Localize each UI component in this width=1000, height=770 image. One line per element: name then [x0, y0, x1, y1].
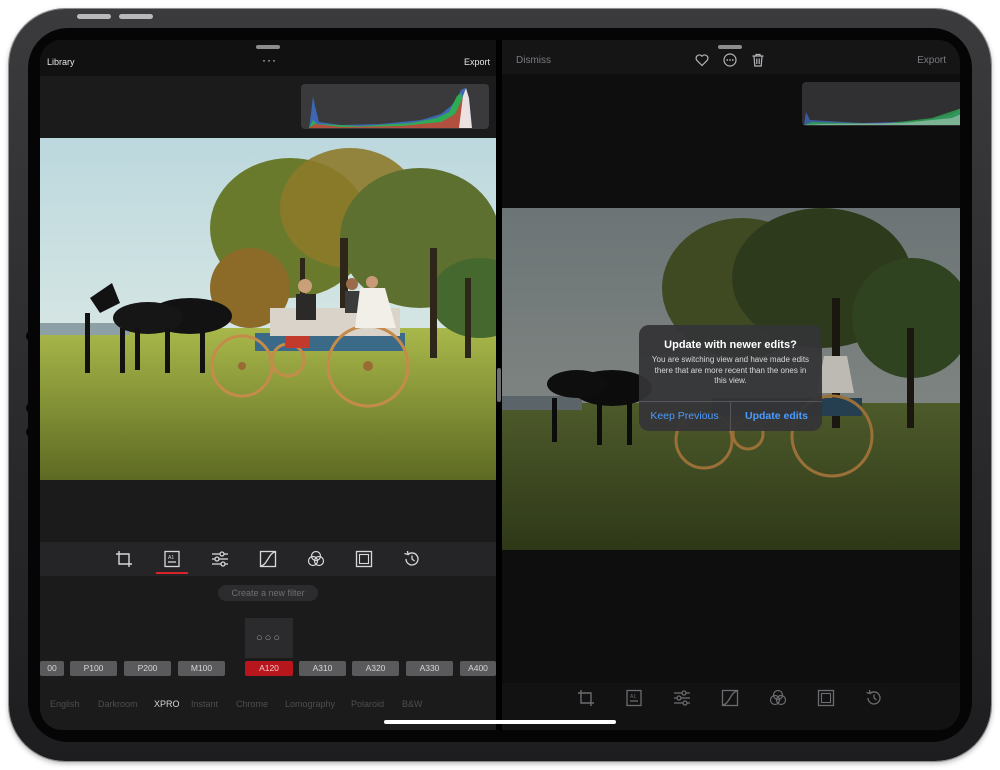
category-tab[interactable]: Darkroom [98, 699, 138, 709]
crop-icon[interactable] [577, 689, 595, 707]
frame-icon[interactable] [355, 550, 373, 568]
left-top-bar: Library ··· Export [40, 40, 496, 76]
more-circle-icon[interactable] [723, 53, 737, 67]
export-button[interactable]: Export [464, 57, 490, 67]
category-tab[interactable]: Instant [191, 699, 218, 709]
left-pane: Library ··· Export A1 Create a new filte… [40, 40, 496, 730]
library-button[interactable]: Library [47, 57, 75, 67]
histogram [802, 82, 960, 126]
svg-text:A1: A1 [630, 694, 636, 700]
frame-icon[interactable] [817, 689, 835, 707]
more-button[interactable]: ··· [262, 53, 277, 67]
filter-chip[interactable]: P100 [70, 661, 117, 676]
create-filter-button[interactable]: Create a new filter [218, 585, 318, 601]
crop-icon[interactable] [115, 550, 133, 568]
filter-chip-selected[interactable]: A120 [245, 661, 293, 676]
keep-previous-button[interactable]: Keep Previous [639, 402, 730, 431]
category-tab-active[interactable]: XPRO [154, 699, 180, 709]
filter-chip[interactable]: A400 [460, 661, 496, 676]
home-indicator[interactable] [384, 720, 616, 724]
filter-icon[interactable]: A1 [625, 689, 643, 707]
histogram [301, 84, 489, 129]
dismiss-button[interactable]: Dismiss [516, 55, 551, 66]
split-handle[interactable] [497, 368, 501, 402]
category-tab[interactable]: English [50, 699, 80, 709]
alert-message: You are switching view and have made edi… [651, 355, 810, 385]
screen: Library ··· Export A1 Create a new filte… [40, 40, 960, 730]
right-pane: Dismiss Export Update with newer edits? … [502, 40, 960, 730]
category-tab[interactable]: Lomography [285, 699, 335, 709]
history-icon[interactable] [403, 550, 421, 568]
update-edits-alert: Update with newer edits? You are switchi… [639, 325, 822, 431]
curves-icon[interactable] [259, 550, 277, 568]
color-icon[interactable] [307, 550, 325, 568]
main-photo[interactable] [40, 138, 496, 480]
export-button[interactable]: Export [917, 55, 946, 66]
adjust-icon[interactable] [211, 550, 229, 568]
update-edits-button[interactable]: Update edits [731, 402, 822, 431]
alert-title: Update with newer edits? [664, 339, 797, 351]
filter-chip[interactable]: A320 [352, 661, 399, 676]
pane-grabber[interactable] [256, 45, 280, 49]
adjust-icon[interactable] [673, 689, 691, 707]
curves-icon[interactable] [721, 689, 739, 707]
heart-icon[interactable] [695, 53, 709, 67]
left-tool-bar: A1 [40, 542, 496, 576]
filter-chip[interactable]: P200 [124, 661, 171, 676]
filter-chip[interactable]: A310 [299, 661, 346, 676]
svg-text:A1: A1 [168, 555, 174, 561]
pane-grabber[interactable] [718, 45, 742, 49]
category-tab[interactable]: B&W [402, 699, 423, 709]
right-top-bar: Dismiss Export [502, 40, 960, 74]
category-tab[interactable]: Polaroid [351, 699, 384, 709]
trash-icon[interactable] [751, 53, 765, 67]
color-icon[interactable] [769, 689, 787, 707]
filter-chip[interactable]: A330 [406, 661, 453, 676]
selected-filter-thumbnail[interactable]: ○○○ [245, 618, 293, 658]
volume-button [119, 14, 153, 19]
category-tab[interactable]: Chrome [236, 699, 268, 709]
filter-chip[interactable]: 00 [40, 661, 64, 676]
active-tool-indicator [156, 572, 188, 574]
filter-icon[interactable]: A1 [163, 550, 181, 568]
filter-chip[interactable]: M100 [178, 661, 225, 676]
history-icon[interactable] [865, 689, 883, 707]
volume-button [77, 14, 111, 19]
